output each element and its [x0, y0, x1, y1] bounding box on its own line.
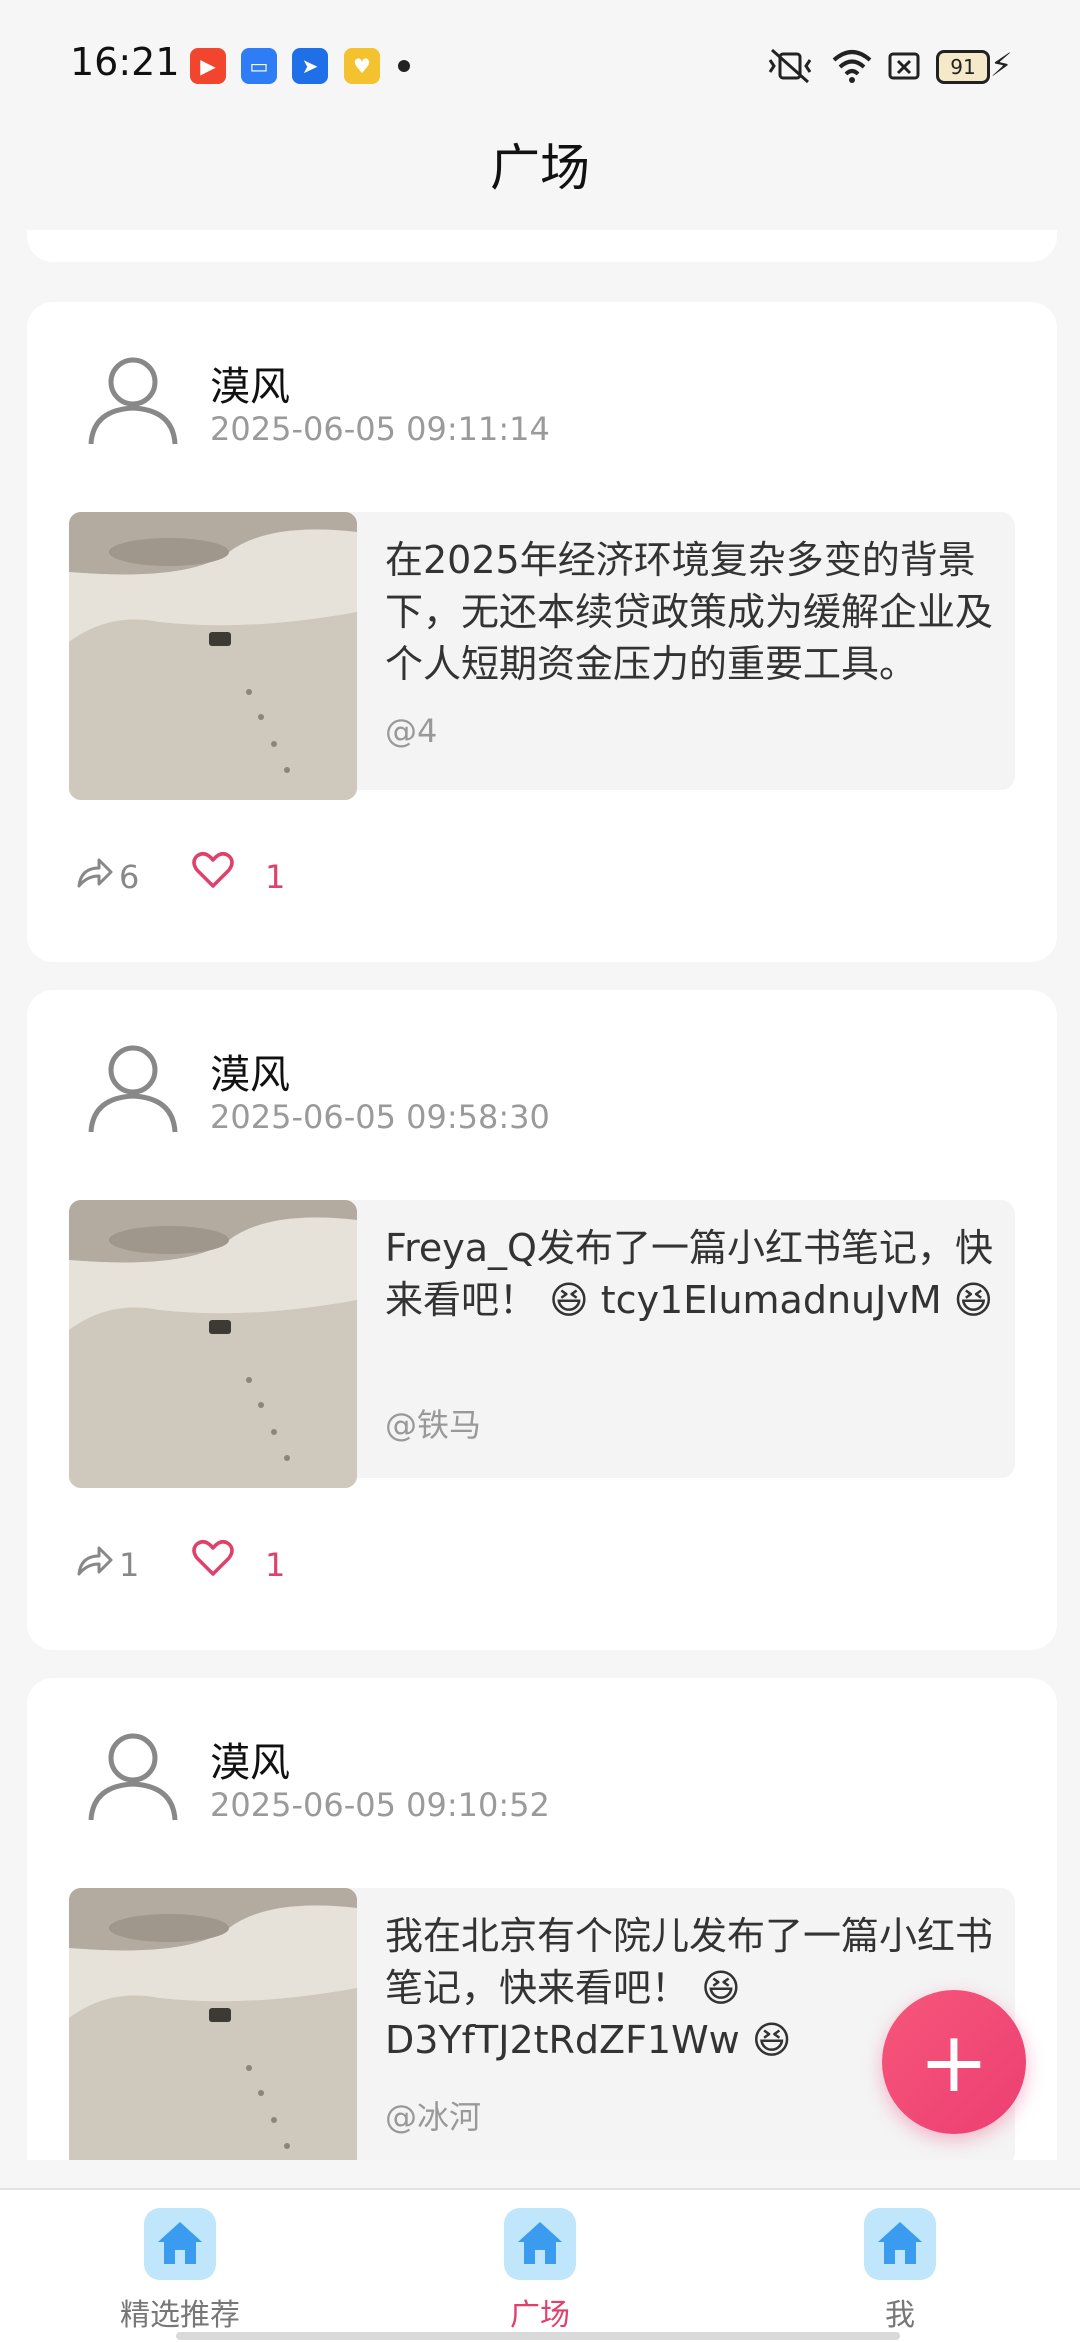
home-icon: [518, 2222, 562, 2264]
page-title: 广场: [490, 139, 590, 197]
heart-icon[interactable]: [191, 848, 235, 892]
post-timestamp: 2025-06-05 09:58:30: [210, 1098, 550, 1136]
rewards-app-icon: ♥: [344, 48, 380, 84]
more-notifications-dot: [398, 60, 410, 72]
avatar-icon[interactable]: [83, 352, 183, 452]
post-content[interactable]: 在2025年经济环境复杂多变的背景下，无还本续贷政策成为缓解企业及个人短期资金压…: [69, 512, 1015, 800]
share-icon[interactable]: [75, 852, 115, 892]
post-timestamp: 2025-06-05 09:11:14: [210, 410, 550, 448]
home-icon: [878, 2222, 922, 2264]
post-username[interactable]: 漠风: [210, 1042, 290, 1100]
previous-post-card: [27, 230, 1057, 262]
post-text: 在2025年经济环境复杂多变的背景下，无还本续贷政策成为缓解企业及个人短期资金压…: [385, 538, 994, 686]
post-username[interactable]: 漠风: [210, 354, 290, 412]
nav-item-square[interactable]: 广场: [440, 2208, 640, 2333]
files-app-icon: ▭: [241, 48, 277, 84]
post-mention[interactable]: @4: [385, 712, 437, 750]
mute-vibrate-icon: [768, 48, 812, 84]
share-count: 1: [119, 1546, 140, 1584]
home-icon: [158, 2222, 202, 2264]
wifi-icon: [832, 50, 872, 83]
nav-icon-bg: [504, 2208, 576, 2280]
post-thumbnail[interactable]: [69, 512, 357, 800]
nav-label: 广场: [510, 2298, 570, 2333]
nav-icon-bg: [864, 2208, 936, 2280]
like-count: 1: [265, 858, 286, 896]
post-username[interactable]: 漠风: [210, 1730, 290, 1788]
post-thumbnail[interactable]: [69, 1200, 357, 1488]
post-content[interactable]: Freya_Q发布了一篇小红书笔记，快来看吧！ 😆 tcy1EIumadnuJv…: [69, 1200, 1015, 1488]
messaging-app-icon: ➤: [292, 48, 328, 84]
create-post-button[interactable]: +: [882, 1990, 1026, 2134]
post-mention[interactable]: @冰河: [385, 2092, 481, 2138]
post-feed[interactable]: 漠风 2025-06-05 09:11:14 在2025年经济环境复杂多变的背景…: [27, 230, 1057, 2160]
like-count: 1: [265, 1546, 286, 1584]
nav-label: 精选推荐: [120, 2298, 240, 2333]
post-card[interactable]: 漠风 2025-06-05 09:58:30 Freya_Q发布了一篇小红书笔记…: [27, 990, 1057, 1650]
post-thumbnail[interactable]: [69, 1888, 357, 2160]
status-time: 16:21: [70, 40, 180, 84]
share-count: 6: [119, 858, 140, 896]
nav-label: 我: [885, 2298, 915, 2333]
home-indicator[interactable]: [176, 2332, 900, 2340]
nav-item-me[interactable]: 我: [800, 2208, 1000, 2333]
charging-icon: ⚡: [990, 46, 1013, 84]
share-icon[interactable]: [75, 1540, 115, 1580]
plus-icon: +: [918, 2013, 990, 2111]
heart-icon[interactable]: [191, 1536, 235, 1580]
post-card[interactable]: 漠风 2025-06-05 09:11:14 在2025年经济环境复杂多变的背景…: [27, 302, 1057, 962]
post-timestamp: 2025-06-05 09:10:52: [210, 1786, 550, 1824]
post-mention[interactable]: @铁马: [385, 1400, 481, 1446]
bottom-nav: 精选推荐 广场 我: [0, 2188, 1080, 2342]
post-content[interactable]: 我在北京有个院儿发布了一篇小红书笔记，快来看吧！ 😆 D3YfTJ2tRdZF1…: [69, 1888, 1015, 2160]
status-bar: 16:21 ▶ ▭ ➤ ♥ 91 ⚡: [0, 0, 1080, 130]
sim-icon: [888, 52, 920, 80]
nav-icon-bg: [144, 2208, 216, 2280]
avatar-icon[interactable]: [83, 1728, 183, 1828]
video-app-icon: ▶: [190, 48, 226, 84]
avatar-icon[interactable]: [83, 1040, 183, 1140]
battery-indicator: 91: [936, 50, 990, 84]
post-text: Freya_Q发布了一篇小红书笔记，快来看吧！ 😆 tcy1EIumadnuJv…: [385, 1226, 994, 1322]
nav-item-featured[interactable]: 精选推荐: [80, 2208, 280, 2333]
